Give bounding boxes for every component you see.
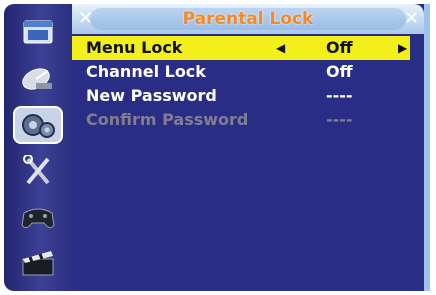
decorative-cross-icon: ✕	[404, 8, 420, 29]
page-title: Parental Lock	[182, 9, 314, 29]
menu-row-value: Off	[326, 62, 353, 81]
satellite-dish-icon[interactable]	[13, 60, 63, 98]
menu-row-label: Channel Lock	[86, 62, 206, 81]
menu-row-menu-lock[interactable]: Menu Lock ◀ Off ▶	[72, 36, 410, 60]
menu-row-value: ----	[326, 110, 353, 129]
tools-icon[interactable]	[13, 152, 63, 190]
menu-row-label: New Password	[86, 86, 217, 105]
menu-row-confirm-password: Confirm Password ----	[72, 108, 410, 132]
arrow-left-icon[interactable]: ◀	[276, 36, 285, 60]
menu-list: Menu Lock ◀ Off ▶ Channel Lock Off New P…	[72, 36, 424, 132]
menu-row-channel-lock[interactable]: Channel Lock Off	[72, 60, 410, 84]
menu-row-value: Off	[326, 38, 353, 57]
title-pill: Parental Lock	[90, 8, 406, 30]
menu-row-label: Menu Lock	[86, 38, 183, 57]
parental-lock-panel: ✕ Parental Lock ✕ Menu Lock ◀ Off ▶ Chan…	[72, 4, 430, 291]
gear-settings-icon[interactable]	[13, 106, 63, 144]
system-window-icon[interactable]	[13, 14, 63, 52]
menu-row-new-password[interactable]: New Password ----	[72, 84, 410, 108]
osd-screen: ✕ Parental Lock ✕ Menu Lock ◀ Off ▶ Chan…	[0, 0, 436, 295]
arrow-right-icon[interactable]: ▶	[398, 36, 407, 60]
menu-row-label: Confirm Password	[86, 110, 249, 129]
gamepad-icon[interactable]	[13, 198, 63, 236]
title-bar: ✕ Parental Lock ✕	[72, 4, 424, 34]
clapperboard-icon[interactable]	[13, 244, 63, 282]
category-sidebar	[4, 4, 72, 291]
menu-row-value: ----	[326, 86, 353, 105]
